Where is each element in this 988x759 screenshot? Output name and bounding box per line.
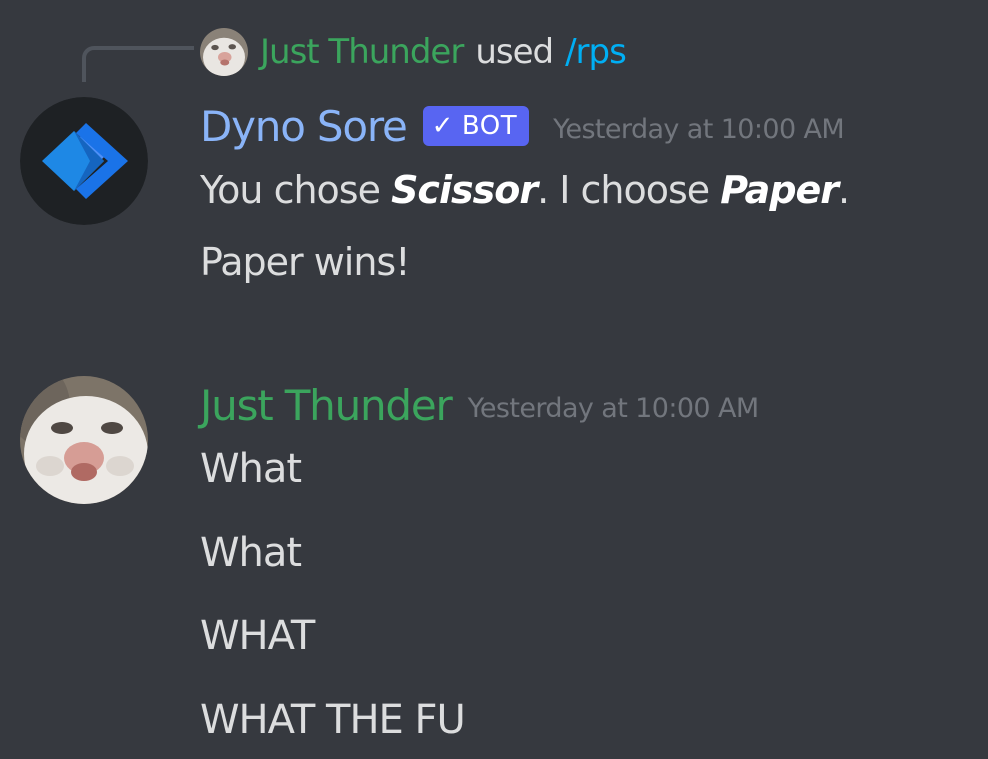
- bot-username[interactable]: Dyno Sore: [200, 102, 408, 151]
- user-message-header: Just Thunder Yesterday at 10:00 AM: [200, 377, 759, 433]
- reply-spine: [82, 46, 194, 82]
- mini-avatar-cat[interactable]: [200, 28, 248, 76]
- bot-timestamp[interactable]: Yesterday at 10:00 AM: [553, 108, 845, 145]
- interaction-user[interactable]: Just Thunder: [260, 32, 464, 72]
- bot-choice: Paper: [720, 168, 839, 212]
- dyno-logo-icon: [20, 97, 148, 225]
- bot-message-header: Dyno Sore ✓ BOT Yesterday at 10:00 AM: [200, 98, 845, 154]
- slash-command[interactable]: /rps: [565, 32, 627, 72]
- user-username[interactable]: Just Thunder: [200, 381, 453, 430]
- bot-text-prefix: You chose: [200, 168, 392, 212]
- message-line: What: [200, 446, 302, 492]
- user-avatar[interactable]: [20, 376, 148, 504]
- bot-text-middle: . I choose: [537, 168, 721, 212]
- chat-view: Just Thunder used /rps Dyno Sore ✓ BOT Y…: [0, 0, 988, 759]
- message-line: WHAT THE FU: [200, 697, 466, 743]
- cat-face-icon: [200, 28, 248, 76]
- bot-badge-label: BOT: [461, 111, 518, 141]
- check-icon: ✓: [431, 111, 454, 141]
- bot-avatar[interactable]: [20, 97, 148, 225]
- user-choice: Scissor: [391, 168, 538, 212]
- bot-text-suffix: .: [838, 168, 850, 212]
- message-line: What: [200, 530, 302, 576]
- bot-badge: ✓ BOT: [422, 106, 530, 146]
- cat-face-icon: [20, 376, 148, 504]
- bot-message-line-1: You chose Scissor. I choose Paper.: [200, 168, 850, 212]
- message-line: WHAT: [200, 613, 315, 659]
- user-timestamp[interactable]: Yesterday at 10:00 AM: [468, 387, 760, 424]
- bot-message-line-2: Paper wins!: [200, 240, 410, 284]
- interaction-reference[interactable]: Just Thunder used /rps: [200, 26, 627, 78]
- interaction-verb: used: [475, 32, 554, 72]
